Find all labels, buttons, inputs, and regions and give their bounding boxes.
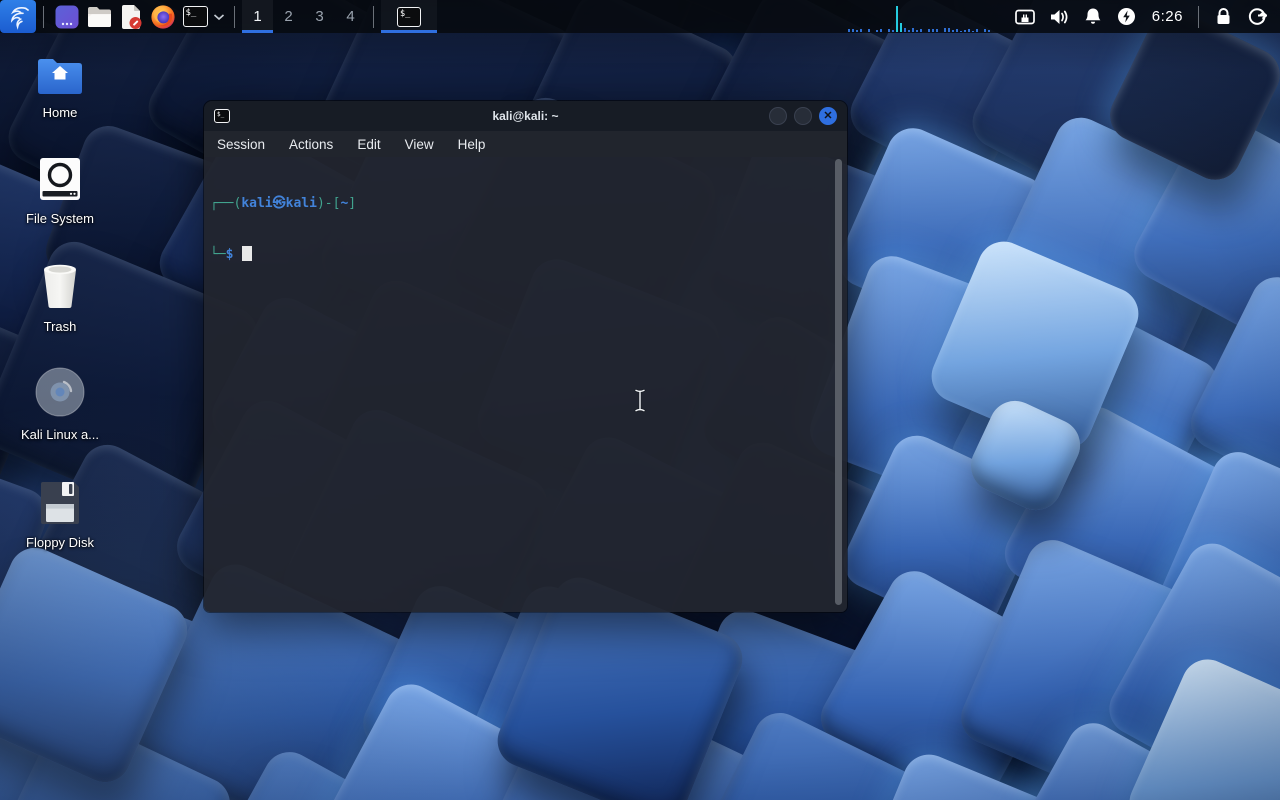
workspace-3-label: 3: [315, 8, 324, 25]
close-icon: ✕: [823, 109, 833, 122]
launcher-text-editor[interactable]: [115, 0, 147, 33]
kali-menu-button[interactable]: [0, 0, 36, 33]
terminal-cursor: [242, 246, 253, 261]
minimize-button[interactable]: [769, 107, 787, 125]
logout-icon: [1248, 7, 1267, 25]
power-icon: [1118, 8, 1136, 25]
terminal-window: $_ kali@kali: ~ ✕ Session Actions Edit V…: [203, 100, 848, 613]
workspace-3[interactable]: 3: [304, 0, 335, 33]
chevron-down-icon: [213, 13, 225, 20]
network-icon: [1014, 9, 1035, 24]
workspace-1[interactable]: 1: [242, 0, 273, 33]
file-system-drive-icon: [40, 158, 80, 200]
desktop-icon-label: Kali Linux a...: [20, 427, 100, 442]
terminal-icon: $_: [182, 6, 208, 27]
lock-screen-button[interactable]: [1206, 0, 1240, 33]
window-titlebar[interactable]: $_ kali@kali: ~ ✕: [204, 101, 847, 131]
menu-edit[interactable]: Edit: [357, 137, 380, 152]
desktop-icon-kali-disc[interactable]: Kali Linux a...: [10, 366, 110, 442]
close-button[interactable]: ✕: [819, 107, 837, 125]
desktop-icon-label: File System: [26, 211, 94, 226]
desktop-icon-home[interactable]: Home: [10, 54, 110, 120]
volume-control[interactable]: [1042, 0, 1076, 33]
logout-button[interactable]: [1240, 0, 1274, 33]
workspace-1-label: 1: [253, 8, 262, 25]
workspace-4-label: 4: [346, 8, 355, 25]
terminal-launcher-dropdown[interactable]: [211, 0, 227, 33]
file-manager-icon: [87, 6, 111, 27]
taskbar-terminal-window-button[interactable]: $_: [381, 0, 437, 33]
launcher-file-manager[interactable]: [83, 0, 115, 33]
text-editor-icon: [122, 4, 142, 29]
prompt-line-1: ┌──(kali㉿kali)-[~]: [210, 196, 357, 211]
bell-icon: [1085, 8, 1101, 24]
menu-view[interactable]: View: [405, 137, 434, 152]
desktop-icon-label: Home: [42, 105, 78, 120]
launcher-firefox[interactable]: [147, 0, 179, 33]
panel-separator: [373, 5, 374, 28]
launcher-terminal[interactable]: $_: [179, 0, 211, 33]
desktop-icon-label: Floppy Disk: [26, 535, 94, 550]
menu-actions[interactable]: Actions: [289, 137, 333, 152]
disc-icon: [35, 367, 85, 417]
launcher-app-grid[interactable]: [51, 0, 83, 33]
panel-separator: [234, 5, 235, 28]
workspace-2-label: 2: [284, 8, 293, 25]
cpu-graph-widget[interactable]: [847, 0, 998, 33]
app-grid-icon: [55, 5, 79, 28]
lock-icon: [1217, 8, 1229, 24]
panel-separator: [43, 5, 44, 28]
terminal-icon: $_: [214, 109, 230, 123]
desktop-icon-floppy-disk[interactable]: Floppy Disk: [10, 480, 110, 550]
network-indicator[interactable]: [1008, 0, 1042, 33]
kali-dragon-icon: [10, 6, 29, 30]
terminal-icon: $_: [397, 6, 421, 27]
workspace-4[interactable]: 4: [335, 0, 366, 33]
firefox-icon: [151, 4, 175, 29]
notifications[interactable]: [1076, 0, 1110, 33]
menu-session[interactable]: Session: [217, 137, 265, 152]
menu-help[interactable]: Help: [458, 137, 486, 152]
floppy-disk-icon: [41, 482, 79, 524]
panel-separator: [1198, 5, 1199, 28]
desktop-icon-trash[interactable]: Trash: [10, 262, 110, 334]
desktop-icon-label: Trash: [43, 319, 77, 334]
desktop-icon-file-system[interactable]: File System: [10, 156, 110, 226]
clock[interactable]: 6:26: [1144, 8, 1191, 25]
terminal-output-area[interactable]: ┌──(kali㉿kali)-[~] └─$: [204, 157, 847, 612]
workspace-2[interactable]: 2: [273, 0, 304, 33]
power-manager[interactable]: [1110, 0, 1144, 33]
terminal-menubar: Session Actions Edit View Help: [204, 131, 847, 157]
volume-icon: [1050, 9, 1068, 24]
window-title: kali@kali: ~: [492, 109, 559, 123]
trash-icon: [44, 264, 76, 308]
home-folder-icon: [38, 59, 82, 94]
prompt-line-2: └─$: [210, 246, 841, 263]
maximize-button[interactable]: [794, 107, 812, 125]
scrollbar-thumb[interactable]: [835, 159, 842, 605]
top-panel: $_ 1 2 3 4 $_ 6:26: [0, 0, 1280, 33]
